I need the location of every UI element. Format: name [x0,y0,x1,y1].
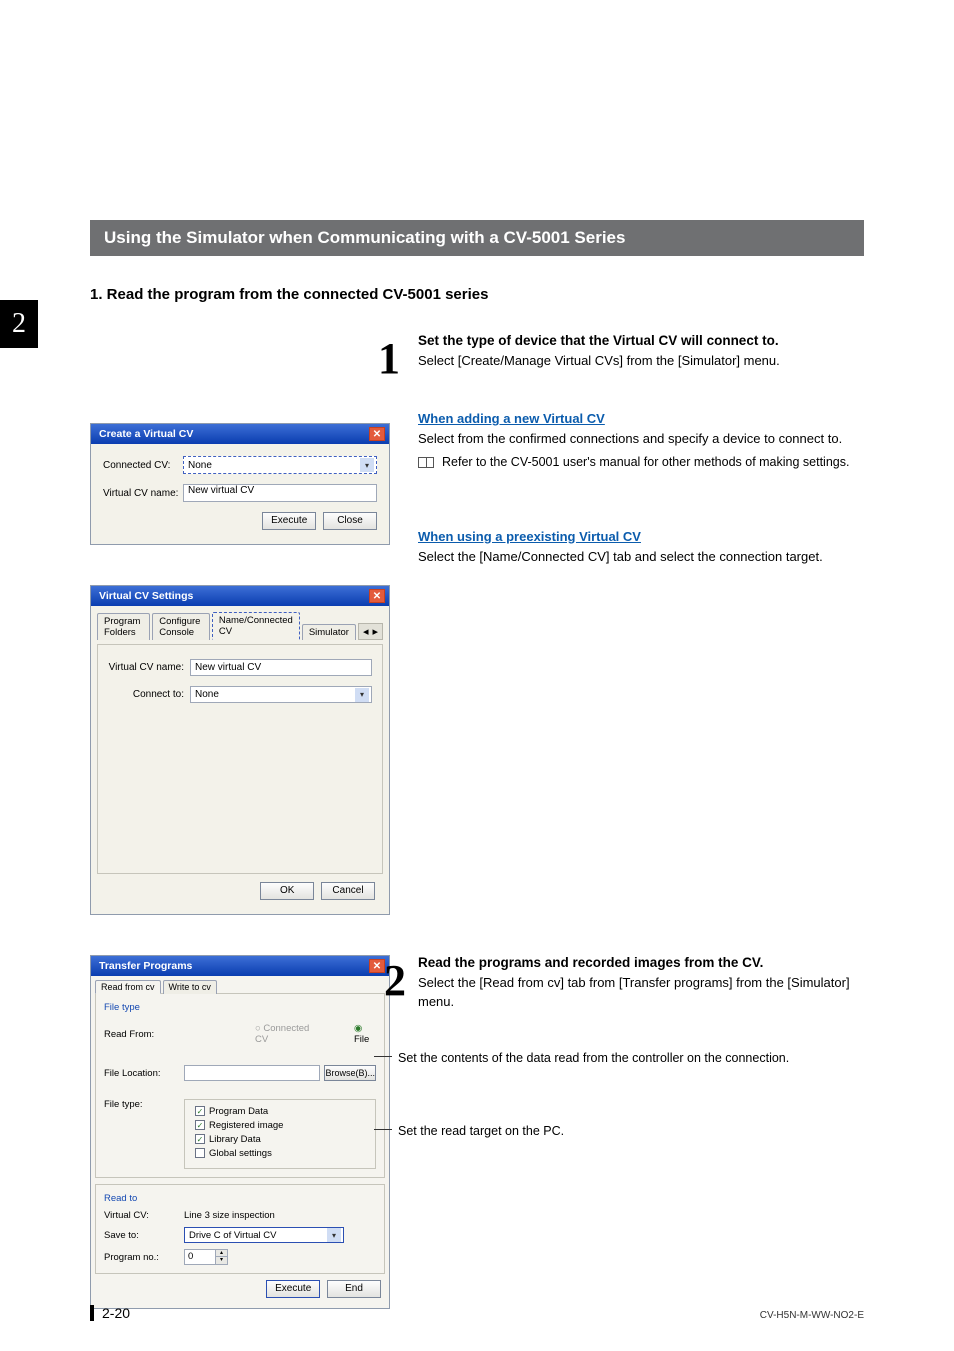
save-to-select[interactable]: Drive C of Virtual CV ▾ [184,1227,344,1243]
chk-label: Registered image [209,1120,283,1131]
checkbox-registered-image[interactable] [195,1120,205,1130]
checkbox-program-data[interactable] [195,1106,205,1116]
program-no-label: Program no.: [104,1252,184,1263]
file-location-label: File Location: [104,1068,184,1079]
close-button[interactable]: Close [323,512,377,530]
ok-button[interactable]: OK [260,882,314,900]
subhead-add-body: Select from the confirmed connections an… [418,430,864,449]
radio-file[interactable]: File [354,1023,376,1045]
connect-to-label: Connect to: [108,689,190,700]
virtual-cv-value: Line 3 size inspection [184,1210,275,1221]
tab-name-connected-cv[interactable]: Name/Connected CV [212,612,300,640]
dialog-title: Transfer Programs [99,960,192,972]
tab-write-to-cv[interactable]: Write to cv [163,980,217,994]
section-title: Using the Simulator when Communicating w… [90,220,864,256]
subhead-add-virtual-cv: When adding a new Virtual CV [418,411,864,426]
tab-program-folders[interactable]: Program Folders [97,613,150,640]
transfer-programs-dialog: Transfer Programs ✕ Read from cv Write t… [90,955,390,1309]
tab-nav-left-icon[interactable]: ◂ [363,625,369,638]
end-button[interactable]: End [327,1280,381,1298]
chevron-down-icon: ▾ [360,458,374,472]
execute-button[interactable]: Execute [266,1280,320,1298]
chevron-down-icon: ▾ [355,688,369,702]
annotation-leader-line [374,1056,392,1057]
step2-body: Select the [Read from cv] tab from [Tran… [418,974,864,1012]
file-location-input[interactable] [184,1065,320,1081]
connect-to-select[interactable]: None ▾ [190,686,372,703]
step-number-1: 1 [378,333,400,384]
step2-title: Read the programs and recorded images fr… [418,955,864,970]
save-to-label: Save to: [104,1230,184,1241]
file-type-label: File type: [104,1099,184,1110]
close-icon[interactable]: ✕ [369,427,385,441]
cancel-button[interactable]: Cancel [321,882,375,900]
spin-up-icon[interactable]: ▴ [215,1250,227,1257]
radio-connected-cv[interactable]: Connected CV [255,1023,314,1045]
close-icon[interactable]: ✕ [369,589,385,603]
create-virtual-cv-dialog: Create a Virtual CV ✕ Connected CV: None… [90,423,390,545]
step1-body: Select [Create/Manage Virtual CVs] from … [418,352,864,371]
connected-cv-select[interactable]: None ▾ [183,456,377,474]
subhead-preexisting: When using a preexisting Virtual CV [418,529,864,544]
virtual-cv-name-label: Virtual CV name: [103,488,183,499]
chk-label: Library Data [209,1134,261,1145]
vc-name-label: Virtual CV name: [108,662,190,673]
virtual-cv-name-input[interactable]: New virtual CV [183,484,377,502]
virtual-cv-settings-dialog: Virtual CV Settings ✕ Program Folders Co… [90,585,390,915]
document-id: CV-H5N-M-WW-NO2-E [760,1310,864,1321]
close-icon[interactable]: ✕ [369,959,385,973]
program-no-spinner[interactable]: 0 ▴▾ [184,1249,228,1265]
tab-configure-console[interactable]: Configure Console [152,613,210,640]
step-number-2: 2 [384,955,406,1006]
group-file-type: File type [104,1002,376,1013]
browse-button[interactable]: Browse(B)... [324,1065,376,1081]
tab-read-from-cv[interactable]: Read from cv [95,980,161,994]
dialog-title: Create a Virtual CV [99,428,193,440]
spin-down-icon[interactable]: ▾ [215,1257,227,1264]
connected-cv-label: Connected CV: [103,460,183,471]
subhead-preexisting-body: Select the [Name/Connected CV] tab and s… [418,548,864,567]
group-read-to: Read to [104,1193,376,1204]
annotation-leader-line [374,1129,392,1130]
checkbox-global-settings[interactable] [195,1148,205,1158]
checkbox-library-data[interactable] [195,1134,205,1144]
virtual-cv-label: Virtual CV: [104,1210,184,1221]
subsection-title: 1. Read the program from the connected C… [90,286,864,303]
page-number: 2-20 [90,1305,130,1321]
chapter-tab: 2 [0,300,38,348]
dialog-title: Virtual CV Settings [99,590,193,602]
execute-button[interactable]: Execute [262,512,316,530]
read-from-label: Read From: [104,1029,175,1040]
book-icon [418,457,434,468]
tab-nav-right-icon[interactable]: ▸ [372,625,378,638]
chk-label: Program Data [209,1106,268,1117]
annotation-read-target: Set the read target on the PC. [398,1123,564,1140]
chk-label: Global settings [209,1148,272,1159]
tab-simulator[interactable]: Simulator [302,624,356,640]
chevron-down-icon: ▾ [327,1228,341,1242]
reference-text: Refer to the CV-5001 user's manual for o… [442,455,849,469]
step1-title: Set the type of device that the Virtual … [418,333,864,348]
vc-name-input[interactable]: New virtual CV [190,659,372,676]
annotation-contents: Set the contents of the data read from t… [398,1050,789,1067]
connected-cv-value: None [188,460,212,471]
